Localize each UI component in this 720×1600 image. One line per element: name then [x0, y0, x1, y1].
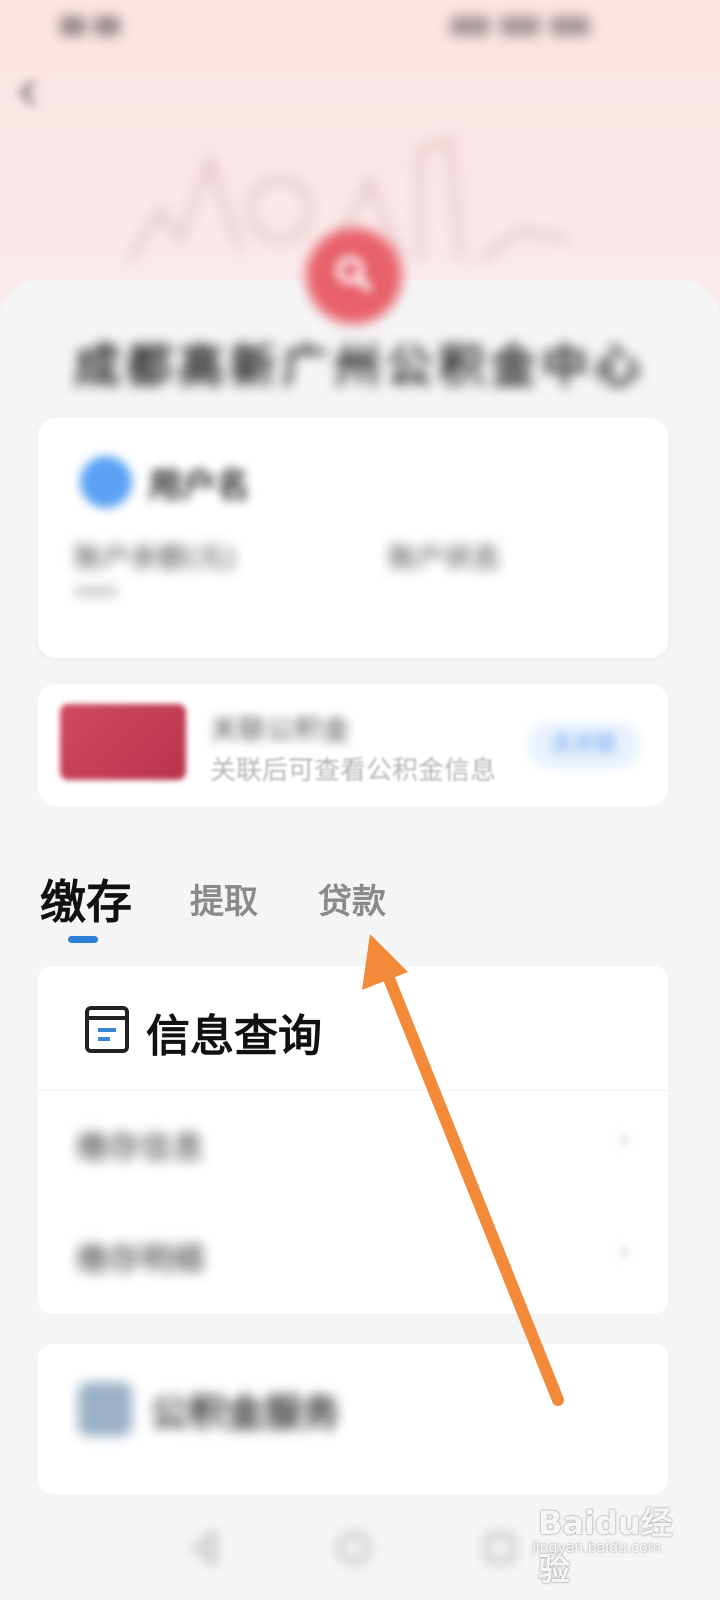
- service-title: 公积金服务: [150, 1391, 341, 1435]
- nav-recent-icon[interactable]: [480, 1528, 520, 1568]
- account-balance-label: 账户余额(元): [74, 541, 236, 574]
- tab-deposit[interactable]: 缴存: [40, 866, 132, 932]
- user-name: 用户名: [148, 466, 250, 506]
- account-status-label: 账户状态: [388, 541, 501, 574]
- tab-withdraw[interactable]: 提取: [190, 874, 258, 923]
- center-title: 成都高新广州公积金中心: [74, 339, 646, 393]
- search-icon: [336, 256, 373, 293]
- service-card[interactable]: 公积金服务: [38, 1344, 668, 1494]
- document-icon: [85, 1006, 129, 1053]
- bind-description: 关联后可查看公积金信息: [210, 756, 497, 786]
- list-item-label: 缴存信息: [76, 1128, 205, 1166]
- bank-card-image: [60, 704, 186, 780]
- account-balance-value: ****: [74, 584, 118, 609]
- nav-back-icon[interactable]: [186, 1528, 226, 1568]
- info-query-title: 信息查询: [146, 1011, 322, 1062]
- app-screen: 成都高新广州公积金中心 用户名 账户余额(元) **** 账户状态 关联公积金 …: [0, 0, 720, 1600]
- nav-home-icon[interactable]: [334, 1528, 374, 1568]
- list-item-label: 缴存明细: [76, 1240, 205, 1278]
- tab-bar: 缴存 提取 贷款: [38, 866, 678, 956]
- list-item[interactable]: 缴存明细: [38, 1202, 668, 1312]
- account-card[interactable]: 用户名 账户余额(元) **** 账户状态: [38, 418, 668, 658]
- back-arrow-icon[interactable]: [12, 76, 46, 110]
- info-query-card: 信息查询 缴存信息 缴存明细: [38, 966, 668, 1314]
- info-query-header: 信息查询: [38, 966, 668, 1091]
- list-item[interactable]: 缴存信息: [38, 1090, 668, 1200]
- active-tab-indicator: [68, 936, 98, 943]
- service-icon: [78, 1382, 132, 1436]
- bind-title: 关联公积金: [210, 713, 351, 746]
- tab-loan[interactable]: 贷款: [318, 874, 386, 923]
- watermark-domain: jingyan.baidu.com: [532, 1540, 662, 1556]
- bind-button[interactable]: 去关联: [528, 722, 640, 768]
- chevron-right-icon: [620, 1245, 629, 1259]
- bind-fund-card[interactable]: 关联公积金 关联后可查看公积金信息 去关联: [38, 684, 668, 806]
- avatar: [80, 456, 132, 508]
- baidu-watermark: Baidu经验 jingyan.baidu.com: [530, 1494, 680, 1588]
- status-bar-left: [60, 16, 160, 40]
- status-bar-right: [450, 16, 650, 40]
- chevron-right-icon: [620, 1133, 629, 1147]
